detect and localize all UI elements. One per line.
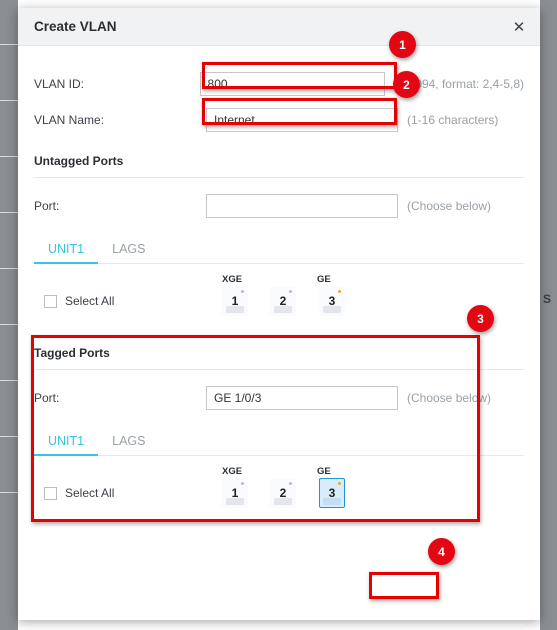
untagged-tab-lags[interactable]: LAGS <box>98 242 159 263</box>
tagged-port-3[interactable]: 3 <box>319 478 345 508</box>
vlan-name-row: VLAN Name: (1-16 characters) <box>34 102 524 138</box>
untagged-port-1-led <box>241 290 244 293</box>
tagged-group-label-ge: GE <box>317 466 331 477</box>
background-edge-text: S <box>543 292 552 306</box>
footer-divider <box>34 624 524 625</box>
untagged-select-all-label: Select All <box>65 294 115 308</box>
vlan-id-row: VLAN ID: (2-4094, format: 2,4-5,8) <box>34 66 524 102</box>
create-vlan-dialog: Create VLAN ✕ VLAN ID: (2-4094, format: … <box>18 8 540 625</box>
tagged-tab-unit1[interactable]: UNIT1 <box>34 434 99 456</box>
tagged-ports-area: XGE GE Select All 1 2 3 <box>34 456 524 528</box>
untagged-port-1[interactable]: 1 <box>222 286 248 316</box>
tagged-select-all[interactable]: Select All <box>44 486 114 500</box>
tagged-tabs: UNIT1 LAGS <box>34 422 524 456</box>
vlan-name-hint: (1-16 characters) <box>407 113 499 127</box>
tagged-select-all-label: Select All <box>65 486 115 500</box>
tagged-port-2-number: 2 <box>279 486 287 500</box>
tagged-port-group-labels: XGE GE <box>34 456 524 477</box>
untagged-ports-area: XGE GE Select All 1 2 3 <box>34 264 524 336</box>
untagged-port-3[interactable]: 3 <box>319 286 345 316</box>
dialog-body: VLAN ID: (2-4094, format: 2,4-5,8) VLAN … <box>18 66 540 630</box>
untagged-port-row: Port: (Choose below) <box>34 188 524 224</box>
untagged-select-all-checkbox[interactable] <box>44 294 57 308</box>
tagged-port-3-number: 3 <box>328 486 336 500</box>
vlan-name-label: VLAN Name: <box>34 113 105 127</box>
tagged-divider <box>34 369 524 370</box>
tagged-port-1-led <box>241 482 244 485</box>
untagged-port-group-labels: XGE GE <box>34 264 524 285</box>
untagged-select-all[interactable]: Select All <box>44 294 114 308</box>
background-right-strip <box>540 0 557 630</box>
tagged-port-hint: (Choose below) <box>407 391 492 405</box>
tagged-port-input[interactable] <box>206 386 398 410</box>
untagged-port-1-number: 1 <box>231 294 239 308</box>
untagged-ports-title: Untagged Ports <box>34 154 124 168</box>
tagged-select-all-checkbox[interactable] <box>44 486 57 500</box>
untagged-tab-unit1[interactable]: UNIT1 <box>34 242 99 264</box>
tagged-port-2[interactable]: 2 <box>270 478 296 508</box>
vlan-id-label: VLAN ID: <box>34 77 85 91</box>
annotation-badge-4: 4 <box>428 538 455 565</box>
tagged-port-2-led <box>289 482 292 485</box>
untagged-group-label-xge: XGE <box>222 274 243 285</box>
untagged-port-input[interactable] <box>206 194 398 218</box>
tagged-port-1[interactable]: 1 <box>222 478 248 508</box>
background-row-lines <box>0 0 18 630</box>
untagged-port-hint: (Choose below) <box>407 199 492 213</box>
annotation-badge-3: 3 <box>467 305 494 332</box>
tagged-group-label-xge: XGE <box>222 466 243 477</box>
tagged-tab-lags[interactable]: LAGS <box>98 434 159 455</box>
untagged-divider <box>34 177 524 178</box>
tagged-ports-title: Tagged Ports <box>34 346 110 360</box>
annotation-badge-1: 1 <box>389 31 416 58</box>
untagged-port-label: Port: <box>34 199 60 213</box>
vlan-id-input[interactable] <box>199 72 385 96</box>
vlan-name-input[interactable] <box>206 108 398 132</box>
tagged-port-label: Port: <box>34 391 60 405</box>
untagged-tabs: UNIT1 LAGS <box>34 230 524 264</box>
dialog-title: Create VLAN <box>34 19 117 34</box>
annotation-badge-2: 2 <box>393 71 420 98</box>
dialog-header: Create VLAN ✕ <box>18 8 540 46</box>
tagged-port-row: Port: (Choose below) <box>34 380 524 416</box>
untagged-port-2-number: 2 <box>279 294 287 308</box>
untagged-port-2-led <box>289 290 292 293</box>
tagged-port-3-led <box>338 482 341 485</box>
tagged-port-1-number: 1 <box>231 486 239 500</box>
untagged-port-3-number: 3 <box>328 294 336 308</box>
close-icon[interactable]: ✕ <box>510 18 528 36</box>
untagged-port-2[interactable]: 2 <box>270 286 296 316</box>
untagged-group-label-ge: GE <box>317 274 331 285</box>
untagged-port-3-led <box>338 290 341 293</box>
